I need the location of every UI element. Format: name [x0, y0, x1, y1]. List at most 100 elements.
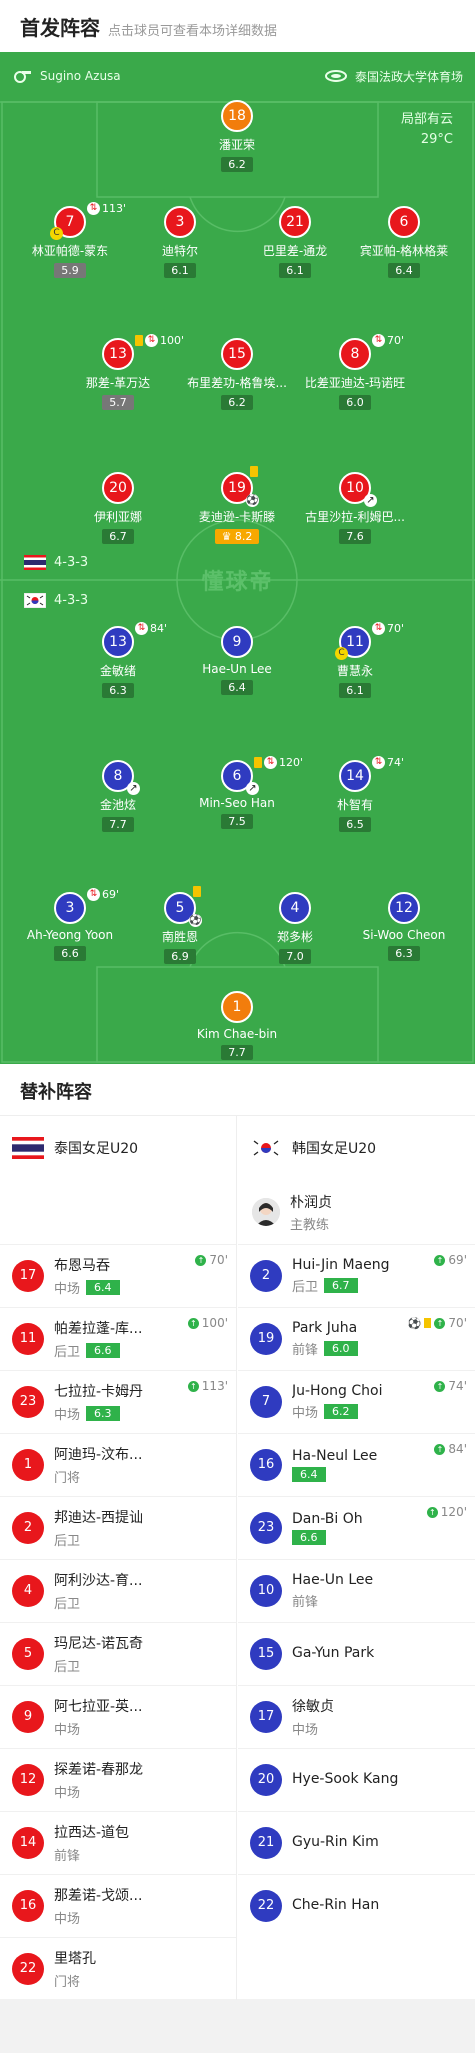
player-away-rw[interactable]: 11 C ⇅ 70' 曹慧永 6.1 [280, 622, 430, 698]
sub-player-number: 19 [250, 1323, 282, 1355]
sub-player-row[interactable]: 21 Gyu-Rin Kim [238, 1811, 475, 1874]
sub-player-meta: 中场 [54, 1782, 143, 1801]
sub-player-name: Ga-Yun Park [292, 1644, 375, 1661]
sub-player-meta: 后卫 [54, 1593, 142, 1612]
sub-in-icon: ↑ [195, 1254, 207, 1266]
sub-player-row[interactable]: 5 玛尼达-诺瓦奇 后卫 [0, 1622, 236, 1685]
sub-player-number: 2 [12, 1512, 44, 1544]
player-number: 7C [50, 206, 86, 240]
sub-player-row[interactable]: 12 探差诺-春那龙 中场 [0, 1748, 236, 1811]
player-home-gk[interactable]: 18 潘亚荣 6.2 [162, 100, 312, 172]
player-name: 朴智有 [336, 798, 373, 812]
player-number: 11 C [335, 626, 371, 660]
lineup-title: 首发阵容 [20, 16, 100, 40]
sub-player-row[interactable]: 23 Dan-Bi Oh 6.6 ↑ 120' [238, 1496, 475, 1559]
sub-player-info: 探差诺-春那龙 中场 [54, 1759, 143, 1801]
player-number: 6 [388, 206, 420, 238]
sub-player-info: 阿七拉亚-英... 中场 [54, 1696, 142, 1738]
sub-player-name: 阿迪玛-汶布... [54, 1447, 143, 1463]
sub-player-row[interactable]: 17 徐敏贞 中场 [238, 1685, 475, 1748]
sub-player-row[interactable]: 9 阿七拉亚-英... 中场 [0, 1685, 236, 1748]
sub-player-row[interactable]: 1 阿迪玛-汶布... 门将 [0, 1433, 236, 1496]
sub-player-row[interactable]: 14 拉西达-道包 前锋 [0, 1811, 236, 1874]
player-home-cm3[interactable]: 8 ⇅ 70' 比差亚迪达-玛诺旺 6.0 [280, 334, 430, 410]
sub-player-row[interactable]: 22 里塔孔门将 [0, 1937, 236, 2000]
sub-player-row[interactable]: 16 Ha-Neul Lee 6.4 ↑ 84' [238, 1433, 475, 1496]
thailand-flag-icon [12, 1137, 44, 1159]
player-home-rw[interactable]: 10 ↗ 古里沙拉-利姆巴... 7.6 [280, 472, 430, 544]
player-home-rb[interactable]: 6 宾亚帕-格林格莱 6.4 [329, 206, 475, 278]
sub-player-name: Park Juha [292, 1320, 358, 1336]
sub-player-position: 前锋 [54, 1849, 81, 1864]
sub-player-number: 15 [250, 1638, 282, 1670]
sub-player-meta: 中场 [54, 1719, 142, 1738]
player-rating: 6.2 [221, 157, 253, 172]
sub-player-info: 徐敏贞 中场 [292, 1696, 334, 1738]
sub-player-meta: 中场 [54, 1908, 142, 1927]
sub-player-position: 前锋 [292, 1595, 319, 1610]
player-number: 10 ↗ [339, 472, 377, 507]
sub-player-info: Ga-Yun Park [292, 1645, 374, 1664]
sub-player-row[interactable]: 20 Hye-Sook Kang [238, 1748, 475, 1811]
sub-player-info: Hye-Sook Kang [292, 1771, 398, 1790]
sub-player-row[interactable]: 2 Hui-Jin Maeng 后卫 6.7 ↑ 69' [238, 1244, 475, 1307]
sub-player-rating: 6.6 [86, 1343, 120, 1358]
lineup-subtitle: 点击球员可查看本场详细数据 [108, 24, 278, 39]
sub-player-name: Che-Rin Han [292, 1896, 380, 1913]
sub-player-row[interactable]: 11 帕差拉蓬-库... 后卫 6.6 ↑ 100' [0, 1307, 236, 1370]
sub-player-position: 中场 [54, 1723, 81, 1738]
player-away-cm3[interactable]: 14 ⇅ 74' 朴智有 6.5 [280, 756, 430, 832]
sub-player-number: 7 [250, 1386, 282, 1418]
sub-player-position: 门将 [54, 1471, 81, 1486]
sub-out-icon: ⇅ [372, 334, 385, 347]
home-team-name: 泰国女足U20 [54, 1141, 139, 1157]
sub-player-row[interactable]: 7 Ju-Hong Choi 中场 6.2 ↑ 74' [238, 1370, 475, 1433]
player-name: Kim Chae-bin [196, 1027, 278, 1041]
sub-player-name: 阿七拉亚-英... [54, 1699, 143, 1715]
player-away-rb[interactable]: 12 Si-Woo Cheon 6.3 [329, 892, 475, 961]
sub-player-row[interactable]: 15 Ga-Yun Park [238, 1622, 475, 1685]
sub-player-row[interactable]: 19 Park Juha 前锋 6.0 ⚽ ↑ 70' [238, 1307, 475, 1370]
away-formation: 4-3-3 [24, 593, 88, 608]
sub-in-indicator: ↑ 100' [187, 1316, 228, 1330]
sub-in-icon: ↑ [187, 1317, 199, 1329]
sub-player-info: 帕差拉蓬-库... 后卫 6.6 [54, 1318, 142, 1360]
sub-player-rating: 6.3 [86, 1406, 120, 1421]
sub-player-row[interactable]: 17 布恩马吞 中场 6.4 ↑ 70' [0, 1244, 236, 1307]
sub-player-name: 布恩马吞 [54, 1258, 110, 1274]
yellow-card-icon [193, 886, 201, 897]
sub-player-rating: 6.4 [292, 1467, 326, 1482]
sub-player-name: 里塔孔 [54, 1951, 96, 1967]
sub-player-name: 阿利沙达-育... [54, 1573, 143, 1589]
sub-player-position: 门将 [54, 1975, 81, 1990]
sub-player-info: Che-Rin Han [292, 1897, 379, 1916]
sub-player-info: Ju-Hong Choi 中场 6.2 [292, 1383, 382, 1421]
sub-player-row[interactable]: 23 七拉拉-卡姆丹 中场 6.3 ↑ 113' [0, 1370, 236, 1433]
coach[interactable]: 朴润贞 主教练 [238, 1180, 475, 1244]
assist-icon: ↗ [246, 782, 259, 795]
stadium-icon [324, 70, 347, 82]
bench-section: 泰国女足U20 17 布恩马吞 中场 6.4 ↑ 70' 11 帕差拉蓬-库... 后卫 6.6 ↑… [0, 1116, 475, 2000]
sub-player-position: 后卫 [54, 1345, 81, 1360]
sub-player-row[interactable]: 22 Che-Rin Han [238, 1874, 475, 1937]
player-away-gk[interactable]: 1 Kim Chae-bin 7.7 [162, 991, 312, 1060]
sub-player-info: 阿迪玛-汶布... 门将 [54, 1444, 142, 1486]
sub-in-minute: 70' [448, 1316, 467, 1330]
sub-player-info: Ha-Neul Lee 6.4 [292, 1448, 377, 1482]
sub-player-position: 后卫 [292, 1280, 319, 1295]
goal-ball-icon: ⚽ [246, 494, 259, 507]
sub-player-position: 后卫 [54, 1597, 81, 1612]
sub-in-icon: ↑ [434, 1254, 446, 1266]
sub-player-meta: 中场 6.3 [54, 1404, 143, 1423]
player-name: 宾亚帕-格林格莱 [359, 244, 449, 258]
coach-avatar [252, 1198, 280, 1226]
sub-player-row[interactable]: 10 Hae-Un Lee 前锋 [238, 1559, 475, 1622]
player-rating: 7.7 [221, 1045, 253, 1060]
home-bench-team: 泰国女足U20 [0, 1116, 236, 1180]
sub-player-number: 22 [12, 1953, 44, 1985]
referee-name: Sugino Azusa [40, 69, 121, 83]
sub-player-row[interactable]: 4 阿利沙达-育... 后卫 [0, 1559, 236, 1622]
sub-player-row[interactable]: 16 那差诺-戈颂... 中场 [0, 1874, 236, 1937]
sub-player-rating: 6.7 [324, 1278, 358, 1293]
sub-player-row[interactable]: 2 邦迪达-西提讪 后卫 [0, 1496, 236, 1559]
